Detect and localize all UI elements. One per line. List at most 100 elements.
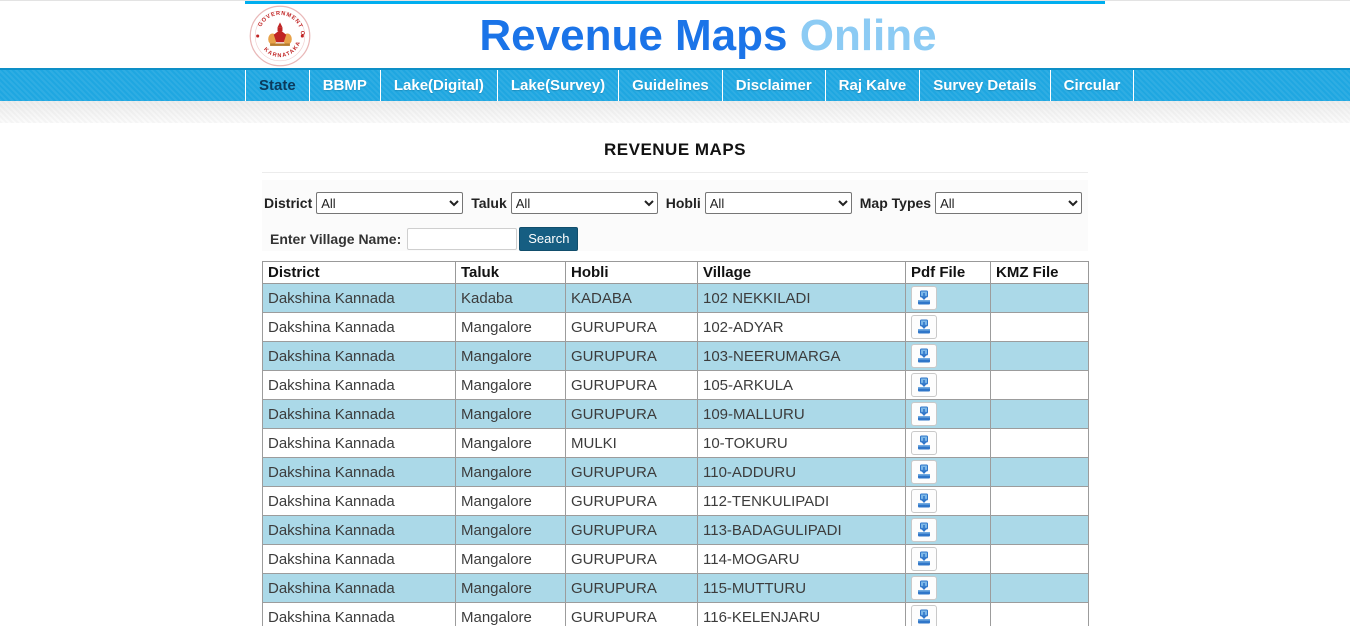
kmz-file-cell [990, 428, 1089, 458]
nav-item-lake-survey[interactable]: Lake(Survey) [498, 70, 620, 101]
village-cell: 105-ARKULA [697, 370, 906, 400]
pdf-file-cell [905, 399, 991, 429]
hobli-cell: GURUPURA [565, 457, 698, 487]
kmz-file-cell [990, 399, 1089, 429]
pdf-download-icon[interactable] [911, 576, 937, 600]
hobli-cell: GURUPURA [565, 486, 698, 516]
table-row: Dakshina Kannada Mangalore GURUPURA 102-ADY… [262, 312, 1089, 342]
pdf-file-cell [905, 602, 991, 626]
district-select[interactable]: All [316, 192, 464, 214]
hobli-cell: GURUPURA [565, 312, 698, 342]
village-cell: 109-MALLURU [697, 399, 906, 429]
hobli-cell: GURUPURA [565, 602, 698, 626]
main-navbar: State BBMP Lake(Digital) Lake(Survey) Guidel… [0, 68, 1350, 101]
pdf-file-cell [905, 573, 991, 603]
kmz-file-cell [990, 457, 1089, 487]
village-cell: 116-KELENJARU [697, 602, 906, 626]
village-cell: 103-NEERUMARGA [697, 341, 906, 371]
hobli-cell: GURUPURA [565, 399, 698, 429]
district-cell: Dakshina Kannada [262, 312, 456, 342]
village-cell: 112-TENKULIPADI [697, 486, 906, 516]
table-row: Dakshina Kannada Mangalore GURUPURA 110-ADD… [262, 457, 1089, 487]
column-header-kmz-file: KMZ File [990, 261, 1089, 284]
village-cell: 10-TOKURU [697, 428, 906, 458]
village-cell: 114-MOGARU [697, 544, 906, 574]
district-cell: Dakshina Kannada [262, 428, 456, 458]
nav-item-lake-digital[interactable]: Lake(Digital) [381, 70, 498, 101]
hobli-cell: GURUPURA [565, 515, 698, 545]
nav-item-raj-kalve[interactable]: Raj Kalve [826, 70, 921, 101]
pdf-download-icon[interactable] [911, 431, 937, 455]
pdf-file-cell [905, 486, 991, 516]
page-title: REVENUE MAPS [603, 140, 747, 159]
search-button[interactable]: Search [519, 227, 579, 251]
pdf-download-icon[interactable] [911, 489, 937, 513]
taluk-cell: Kadaba [455, 283, 566, 313]
pdf-file-cell [905, 544, 991, 574]
hobli-cell: GURUPURA [565, 573, 698, 603]
village-cell: 113-BADAGULIPADI [697, 515, 906, 545]
kmz-file-cell [990, 341, 1089, 371]
nav-item-state[interactable]: State [245, 70, 310, 101]
column-header-hobli: Hobli [565, 261, 698, 284]
village-cell: 102 NEKKILADI [697, 283, 906, 313]
site-title-secondary: Online [799, 11, 937, 60]
hobli-cell: KADABA [565, 283, 698, 313]
taluk-cell: Mangalore [455, 573, 566, 603]
district-cell: Dakshina Kannada [262, 602, 456, 626]
table-row: Dakshina Kannada Mangalore GURUPURA 109-MAL… [262, 399, 1089, 429]
nav-sub-band [0, 101, 1350, 123]
taluk-cell: Mangalore [455, 428, 566, 458]
nav-item-disclaimer[interactable]: Disclaimer [723, 70, 826, 101]
pdf-file-cell [905, 515, 991, 545]
kmz-file-cell [990, 283, 1089, 313]
taluk-select[interactable]: All [510, 192, 658, 214]
kmz-file-cell [990, 573, 1089, 603]
nav-item-guidelines[interactable]: Guidelines [619, 70, 723, 101]
column-header-pdf-file: Pdf File [905, 261, 991, 284]
filter-panel: District All Taluk All Hobli All Map Types All … [262, 180, 1088, 251]
table-row: Dakshina Kannada Mangalore GURUPURA 116-KEL… [262, 602, 1089, 626]
pdf-download-icon[interactable] [911, 518, 937, 542]
pdf-file-cell [905, 312, 991, 342]
table-row: Dakshina Kannada Mangalore GURUPURA 112-TEN… [262, 486, 1089, 516]
village-cell: 110-ADDURU [697, 457, 906, 487]
taluk-label: Taluk [471, 195, 507, 211]
taluk-cell: Mangalore [455, 515, 566, 545]
district-cell: Dakshina Kannada [262, 457, 456, 487]
hobli-select[interactable]: All [704, 192, 852, 214]
taluk-cell: Mangalore [455, 544, 566, 574]
pdf-file-cell [905, 341, 991, 371]
district-cell: Dakshina Kannada [262, 544, 456, 574]
map-types-select[interactable]: All [935, 192, 1083, 214]
pdf-download-icon[interactable] [911, 373, 937, 397]
district-label: District [264, 195, 313, 211]
map-types-label: Map Types [859, 195, 932, 211]
pdf-download-icon[interactable] [911, 344, 937, 368]
kmz-file-cell [990, 515, 1089, 545]
village-cell: 102-ADYAR [697, 312, 906, 342]
nav-item-bbmp[interactable]: BBMP [310, 70, 381, 101]
hobli-cell: GURUPURA [565, 370, 698, 400]
pdf-download-icon[interactable] [911, 315, 937, 339]
nav-item-circular[interactable]: Circular [1051, 70, 1135, 101]
kmz-file-cell [990, 486, 1089, 516]
pdf-download-icon[interactable] [911, 402, 937, 426]
village-cell: 115-MUTTURU [697, 573, 906, 603]
site-title-primary: Revenue Maps [479, 11, 788, 60]
pdf-download-icon[interactable] [911, 460, 937, 484]
table-row: Dakshina Kannada Mangalore GURUPURA 113-BAD… [262, 515, 1089, 545]
pdf-download-icon[interactable] [911, 547, 937, 571]
table-row: Dakshina Kannada Kadaba KADABA 102 NEKKILAD… [262, 283, 1089, 313]
pdf-download-icon[interactable] [911, 605, 937, 626]
kmz-file-cell [990, 544, 1089, 574]
table-row: Dakshina Kannada Mangalore MULKI 10-TOKURU [262, 428, 1089, 458]
nav-item-survey-details[interactable]: Survey Details [920, 70, 1051, 101]
pdf-file-cell [905, 457, 991, 487]
site-title: Revenue Maps Online [311, 5, 1105, 67]
pdf-download-icon[interactable] [911, 286, 937, 310]
district-cell: Dakshina Kannada [262, 573, 456, 603]
village-name-input[interactable] [407, 228, 518, 250]
village-name-label: Enter Village Name: [270, 231, 402, 247]
table-row: Dakshina Kannada Mangalore GURUPURA 103-NEE… [262, 341, 1089, 371]
